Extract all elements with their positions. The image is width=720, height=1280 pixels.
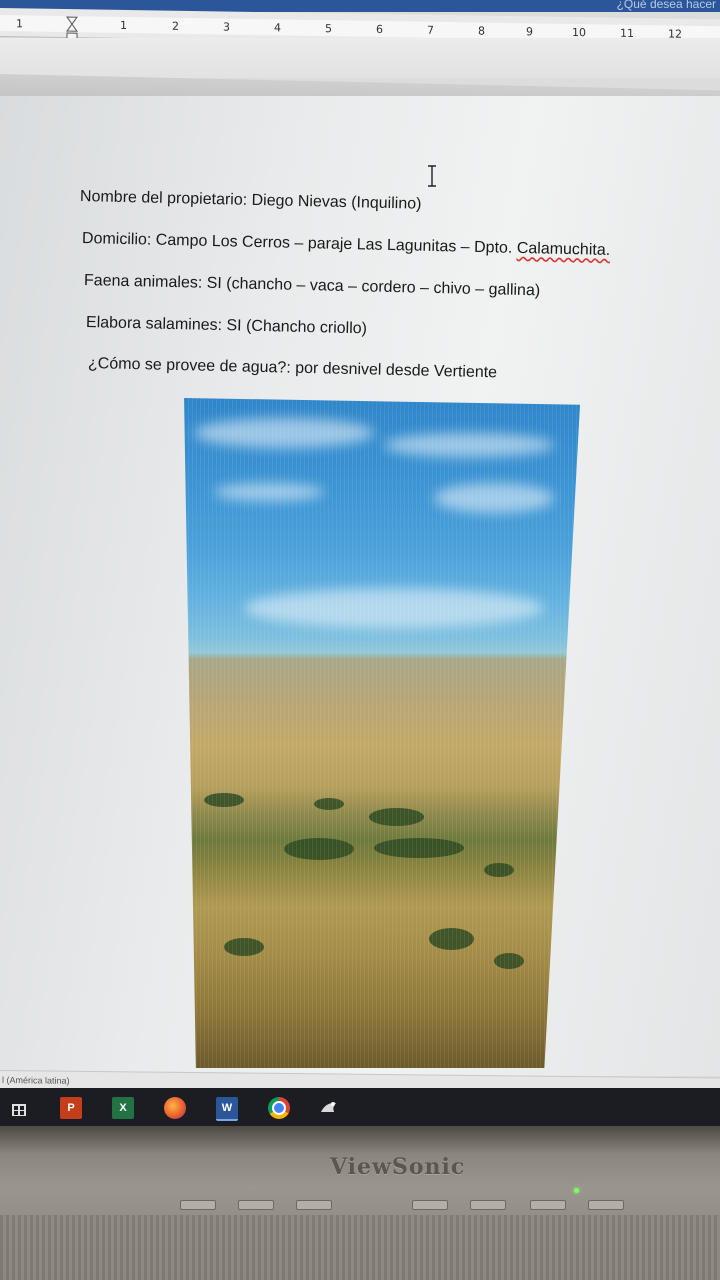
chrome-icon[interactable] (268, 1097, 290, 1119)
powerpoint-icon[interactable]: P (60, 1097, 82, 1119)
monitor-button[interactable] (412, 1200, 448, 1210)
screen-moire (184, 398, 580, 1068)
ruler-number: 3 (223, 20, 230, 34)
monitor-button[interactable] (238, 1200, 274, 1210)
monitor-button[interactable] (470, 1200, 506, 1210)
power-led-icon (574, 1188, 579, 1193)
windows-store-icon[interactable] (8, 1097, 30, 1119)
tell-me-search[interactable]: ¿Qué desea hacer (617, 0, 716, 11)
ruler-number: 5 (325, 22, 332, 36)
monitor-brand-logo: ViewSonic (330, 1154, 466, 1180)
ruler-number: 1 (16, 17, 23, 31)
monitor-button[interactable] (296, 1200, 332, 1210)
ruler-gap (0, 38, 720, 78)
app-icon[interactable] (318, 1097, 340, 1119)
language-status[interactable]: l (América latina) (2, 1075, 70, 1086)
monitor-button[interactable] (530, 1200, 566, 1210)
ruler-number: 2 (172, 19, 179, 33)
computer-screen: ¿Qué desea hacer 1 1 2 3 4 5 6 7 8 9 10 … (0, 0, 720, 1130)
word-icon[interactable]: W (216, 1097, 238, 1121)
ruler-number: 4 (274, 21, 281, 35)
speaker-grille (0, 1215, 720, 1280)
ruler-number: 1 (120, 18, 127, 32)
ruler-number: 6 (376, 22, 383, 37)
misspelled-word[interactable]: Calamuchita. (517, 240, 611, 259)
excel-icon[interactable]: X (112, 1097, 134, 1119)
monitor-power-button[interactable] (588, 1200, 624, 1210)
ruler-number: 7 (427, 23, 434, 37)
ruler-number: 9 (526, 25, 533, 39)
firefox-icon[interactable] (164, 1097, 186, 1119)
ruler-number: 8 (478, 24, 485, 38)
text-cursor-icon (428, 165, 436, 187)
taskbar: P X W (0, 1088, 720, 1130)
monitor-button[interactable] (180, 1200, 216, 1210)
landscape-photo[interactable] (184, 398, 580, 1068)
